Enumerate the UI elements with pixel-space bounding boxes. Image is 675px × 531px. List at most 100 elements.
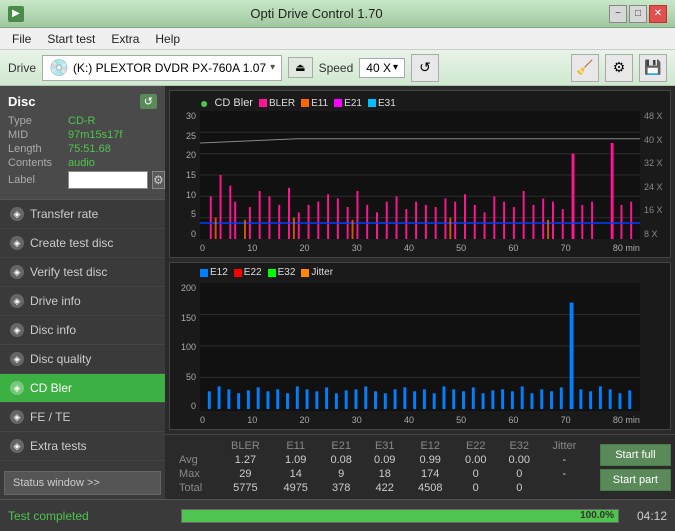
content-area: ● CD Bler BLER E11 E21 — [165, 86, 675, 499]
cd-bler-label: CD Bler — [30, 381, 72, 395]
sidebar-item-create-test-disc[interactable]: ◈ Create test disc — [0, 229, 165, 258]
app-title: Opti Drive Control 1.70 — [24, 6, 609, 21]
settings-button[interactable]: ⚙ — [605, 54, 633, 82]
sidebar-item-disc-info[interactable]: ◈ Disc info — [0, 316, 165, 345]
avg-e21: 0.08 — [319, 453, 363, 467]
max-e12: 174 — [406, 467, 454, 481]
drive-selector[interactable]: 💿 (K:) PLEXTOR DVDR PX-760A 1.07 ▾ — [42, 55, 282, 81]
disc-info-label: Disc info — [30, 323, 76, 337]
menu-help[interactable]: Help — [147, 30, 188, 48]
total-e22: 0 — [454, 481, 498, 495]
mid-value: 97m15s17f — [68, 129, 122, 141]
menu-start-test[interactable]: Start test — [39, 30, 103, 48]
row-max-label: Max — [173, 467, 219, 481]
avg-e22: 0.00 — [454, 453, 498, 467]
dropdown-arrow-icon: ▾ — [270, 62, 275, 73]
fe-te-icon: ◈ — [10, 410, 24, 424]
disc-panel-title: Disc — [8, 94, 35, 109]
progress-label: 100.0% — [580, 510, 614, 522]
max-e11: 14 — [272, 467, 320, 481]
sidebar-item-cd-bler[interactable]: ◈ CD Bler — [0, 374, 165, 403]
save-button[interactable]: 💾 — [639, 54, 667, 82]
chart2-y-axis: 200 150 100 50 0 — [170, 283, 200, 411]
type-key: Type — [8, 115, 68, 127]
close-button[interactable]: ✕ — [649, 5, 667, 23]
col-header-bler: BLER — [219, 439, 272, 453]
speed-selector[interactable]: 40 X ▾ — [359, 58, 405, 78]
statusbar: Test completed 100.0% 04:12 — [0, 499, 675, 531]
table-row-max: Max 29 14 9 18 174 0 0 - — [173, 467, 588, 481]
chart2-plot — [200, 283, 640, 411]
status-window-button[interactable]: Status window >> — [4, 471, 161, 495]
main-layout: Disc ↺ Type CD-R MID 97m15s17f Length 75… — [0, 86, 675, 499]
cd-bler-icon: ◈ — [10, 381, 24, 395]
max-e32: 0 — [498, 467, 542, 481]
titlebar: ▶ Opti Drive Control 1.70 − □ ✕ — [0, 0, 675, 28]
table-row-total: Total 5775 4975 378 422 4508 0 0 — [173, 481, 588, 495]
start-part-button[interactable]: Start part — [600, 469, 671, 491]
status-text: Test completed — [8, 509, 173, 523]
menu-file[interactable]: File — [4, 30, 39, 48]
speed-value: 40 X — [366, 61, 391, 75]
label-input[interactable] — [68, 171, 148, 189]
total-jitter — [541, 481, 588, 495]
minimize-button[interactable]: − — [609, 5, 627, 23]
transfer-rate-icon: ◈ — [10, 207, 24, 221]
transfer-rate-label: Transfer rate — [30, 207, 98, 221]
extra-tests-icon: ◈ — [10, 439, 24, 453]
clear-button[interactable]: 🧹 — [571, 54, 599, 82]
window-controls: − □ ✕ — [609, 5, 667, 23]
chart-e12: E12 E22 E32 Jitter 2 — [169, 262, 671, 430]
disc-refresh-button[interactable]: ↺ — [140, 94, 157, 109]
avg-e32: 0.00 — [498, 453, 542, 467]
total-e12: 4508 — [406, 481, 454, 495]
col-header-empty — [173, 439, 219, 453]
drive-info-icon: ◈ — [10, 294, 24, 308]
table-row-avg: Avg 1.27 1.09 0.08 0.09 0.99 0.00 0.00 - — [173, 453, 588, 467]
sidebar-item-disc-quality[interactable]: ◈ Disc quality — [0, 345, 165, 374]
bottom-area: BLER E11 E21 E31 E12 E22 E32 Jitter Avg — [165, 434, 675, 499]
chart1-plot — [200, 111, 640, 239]
sidebar-item-extra-tests[interactable]: ◈ Extra tests — [0, 432, 165, 461]
total-bler: 5775 — [219, 481, 272, 495]
start-full-button[interactable]: Start full — [600, 444, 671, 466]
chart-bler: ● CD Bler BLER E11 E21 — [169, 90, 671, 258]
fe-te-label: FE / TE — [30, 410, 70, 424]
disc-info-icon: ◈ — [10, 323, 24, 337]
max-bler: 29 — [219, 467, 272, 481]
col-header-e12: E12 — [406, 439, 454, 453]
menu-extra[interactable]: Extra — [103, 30, 147, 48]
sidebar-item-transfer-rate[interactable]: ◈ Transfer rate — [0, 200, 165, 229]
sidebar-item-drive-info[interactable]: ◈ Drive info — [0, 287, 165, 316]
col-header-e11: E11 — [272, 439, 320, 453]
maximize-button[interactable]: □ — [629, 5, 647, 23]
avg-jitter: - — [541, 453, 588, 467]
sidebar-item-verify-test-disc[interactable]: ◈ Verify test disc — [0, 258, 165, 287]
col-header-e22: E22 — [454, 439, 498, 453]
avg-e11: 1.09 — [272, 453, 320, 467]
chart1-x-axis: 0 10 20 30 40 50 60 70 80 min — [200, 239, 640, 257]
col-header-e21: E21 — [319, 439, 363, 453]
contents-key: Contents — [8, 157, 68, 169]
max-jitter: - — [541, 467, 588, 481]
progress-bar: 100.0% — [181, 509, 619, 523]
sidebar-item-fe-te[interactable]: ◈ FE / TE — [0, 403, 165, 432]
col-header-e31: E31 — [363, 439, 407, 453]
label-gear-button[interactable]: ⚙ — [152, 171, 165, 189]
stats-table: BLER E11 E21 E31 E12 E22 E32 Jitter Avg — [165, 435, 596, 499]
chart1-y-axis: 30 25 20 15 10 5 0 — [170, 111, 200, 239]
drive-info-label: Drive info — [30, 294, 81, 308]
avg-e31: 0.09 — [363, 453, 407, 467]
total-e21: 378 — [319, 481, 363, 495]
drive-icon: 💿 — [49, 58, 69, 78]
create-test-disc-icon: ◈ — [10, 236, 24, 250]
col-header-jitter: Jitter — [541, 439, 588, 453]
verify-test-disc-icon: ◈ — [10, 265, 24, 279]
refresh-button[interactable]: ↺ — [411, 54, 439, 82]
sidebar-nav: ◈ Transfer rate ◈ Create test disc ◈ Ver… — [0, 200, 165, 499]
eject-button[interactable]: ⏏ — [288, 57, 312, 78]
row-total-label: Total — [173, 481, 219, 495]
charts-area: ● CD Bler BLER E11 E21 — [165, 86, 675, 434]
speed-label: Speed — [319, 61, 354, 75]
col-header-e32: E32 — [498, 439, 542, 453]
